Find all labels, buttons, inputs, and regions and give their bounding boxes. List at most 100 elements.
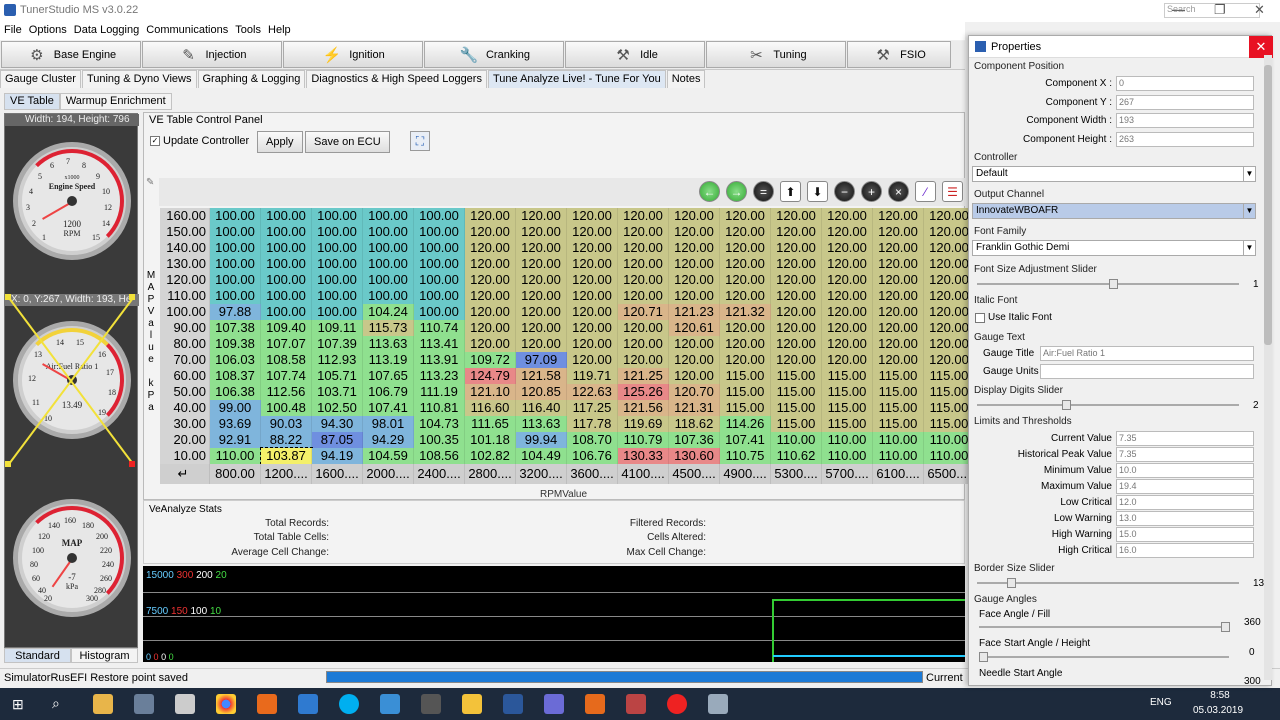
ve-cell[interactable]: 120.00 [516, 288, 567, 304]
ve-cell[interactable]: 120.00 [771, 336, 822, 352]
ve-cell[interactable]: 125.26 [618, 384, 669, 400]
ve-cell[interactable]: 113.91 [414, 352, 465, 368]
app-icon-12[interactable] [544, 694, 564, 714]
x-axis-cell[interactable]: 4500.... [669, 464, 720, 484]
menu-data-logging[interactable]: Data Logging [70, 22, 139, 36]
arrow-left-icon[interactable]: ← [699, 181, 720, 202]
properties-scrollbar[interactable] [1264, 55, 1272, 680]
ve-cell[interactable]: 100.00 [261, 256, 312, 272]
save-on-ecu-button[interactable]: Save on ECU [305, 131, 390, 153]
ve-cell[interactable]: 120.00 [465, 256, 516, 272]
ve-cell[interactable]: 116.40 [516, 400, 567, 416]
apply-button[interactable]: Apply [257, 131, 303, 153]
app-icon-10[interactable] [462, 694, 482, 714]
ve-cell[interactable]: 100.00 [312, 288, 363, 304]
ve-cell[interactable]: 115.00 [720, 384, 771, 400]
ve-cell[interactable]: 115.00 [771, 384, 822, 400]
ve-cell[interactable]: 105.71 [312, 368, 363, 384]
ve-cell[interactable]: 121.23 [669, 304, 720, 320]
ve-cell[interactable]: 117.25 [567, 400, 618, 416]
y-axis-cell[interactable]: 60.00 [160, 368, 210, 384]
ve-cell[interactable]: 110.00 [822, 432, 873, 448]
low-warning-field[interactable]: 13.0 [1116, 511, 1254, 526]
ve-cell[interactable]: 100.00 [363, 288, 414, 304]
ve-cell[interactable]: 120.00 [669, 272, 720, 288]
ve-cell[interactable]: 120.00 [567, 304, 618, 320]
download-icon[interactable]: ⬇ [807, 181, 828, 202]
ve-cell[interactable]: 120.00 [567, 240, 618, 256]
ve-cell[interactable]: 120.00 [873, 240, 924, 256]
ve-cell[interactable]: 100.00 [261, 240, 312, 256]
ve-cell[interactable]: 120.00 [873, 288, 924, 304]
tab-ve-table[interactable]: VE Table [4, 93, 60, 110]
ve-cell[interactable]: 117.78 [567, 416, 618, 432]
ve-cell[interactable]: 94.19 [312, 448, 363, 464]
ve-cell[interactable]: 121.32 [720, 304, 771, 320]
ve-cell[interactable]: 100.00 [312, 256, 363, 272]
update-controller-checkbox[interactable]: ✓ [150, 136, 160, 146]
ve-cell[interactable]: 100.00 [363, 208, 414, 224]
ve-cell[interactable]: 130.60 [669, 448, 720, 464]
app-icon-8[interactable] [380, 694, 400, 714]
close-window-icon[interactable]: ✕ [1254, 2, 1265, 18]
ve-cell[interactable]: 98.01 [363, 416, 414, 432]
ve-cell[interactable]: 100.00 [414, 240, 465, 256]
ve-cell[interactable]: 103.71 [312, 384, 363, 400]
ve-cell[interactable]: 120.00 [618, 288, 669, 304]
ve-cell[interactable]: 112.93 [312, 352, 363, 368]
ve-cell[interactable]: 113.19 [363, 352, 414, 368]
ve-cell[interactable]: 120.00 [771, 352, 822, 368]
app-icon-2[interactable] [134, 694, 154, 714]
ve-cell[interactable]: 110.00 [210, 448, 261, 464]
ve-cell[interactable]: 120.00 [618, 336, 669, 352]
ve-cell[interactable]: 120.00 [465, 208, 516, 224]
ve-cell[interactable]: 120.00 [873, 256, 924, 272]
ve-cell[interactable]: 99.94 [516, 432, 567, 448]
ve-cell[interactable]: 120.00 [567, 256, 618, 272]
ve-cell[interactable]: 120.00 [669, 240, 720, 256]
controller-select[interactable]: Default ▼ [972, 166, 1256, 182]
y-axis-cell[interactable]: 90.00 [160, 320, 210, 336]
ve-cell[interactable]: 109.40 [261, 320, 312, 336]
ve-cell[interactable]: 108.56 [414, 448, 465, 464]
ve-cell[interactable]: 120.00 [567, 224, 618, 240]
current-value-field[interactable]: 7.35 [1116, 431, 1254, 446]
clock-date[interactable]: 05.03.2019 [1186, 705, 1250, 716]
fsio-button[interactable]: ⚒ FSIO [847, 41, 951, 68]
ve-cell[interactable]: 100.00 [414, 272, 465, 288]
output-channel-select[interactable]: InnovateWBOAFR ▼ [972, 203, 1256, 219]
ve-cell[interactable]: 97.09 [516, 352, 567, 368]
y-axis-cell[interactable]: 140.00 [160, 240, 210, 256]
ve-cell[interactable]: 120.00 [771, 272, 822, 288]
ve-cell[interactable]: 110.00 [873, 432, 924, 448]
ve-cell[interactable]: 120.00 [873, 208, 924, 224]
ve-cell[interactable]: 100.00 [312, 240, 363, 256]
ve-cell[interactable]: 93.69 [210, 416, 261, 432]
ve-cell[interactable]: 106.03 [210, 352, 261, 368]
ve-cell[interactable]: 107.65 [363, 368, 414, 384]
ve-cell[interactable]: 121.31 [669, 400, 720, 416]
ve-cell[interactable]: 120.00 [873, 304, 924, 320]
ve-cell[interactable]: 115.00 [720, 400, 771, 416]
ve-cell[interactable]: 120.00 [567, 352, 618, 368]
face-start-slider[interactable] [979, 652, 1229, 662]
ve-cell[interactable]: 100.00 [261, 208, 312, 224]
ve-cell[interactable]: 120.00 [618, 320, 669, 336]
ve-cell[interactable]: 120.00 [822, 272, 873, 288]
y-axis-cell[interactable]: 20.00 [160, 432, 210, 448]
ve-cell[interactable]: 120.00 [873, 352, 924, 368]
ve-cell[interactable]: 100.00 [414, 224, 465, 240]
ve-cell[interactable]: 118.62 [669, 416, 720, 432]
ve-cell[interactable]: 108.70 [567, 432, 618, 448]
ve-cell[interactable]: 120.00 [465, 240, 516, 256]
ve-cell[interactable]: 115.00 [771, 416, 822, 432]
ve-cell[interactable]: 100.00 [261, 224, 312, 240]
tab-warmup-enrichment[interactable]: Warmup Enrichment [59, 93, 172, 110]
ve-cell[interactable]: 115.73 [363, 320, 414, 336]
ve-cell[interactable]: 120.00 [720, 352, 771, 368]
ve-cell[interactable]: 120.00 [516, 320, 567, 336]
interpolate-icon[interactable]: ⁄ [915, 181, 936, 202]
app-icon-9[interactable] [421, 694, 441, 714]
tunerstudio-icon[interactable] [708, 694, 728, 714]
ve-cell[interactable]: 120.00 [873, 320, 924, 336]
